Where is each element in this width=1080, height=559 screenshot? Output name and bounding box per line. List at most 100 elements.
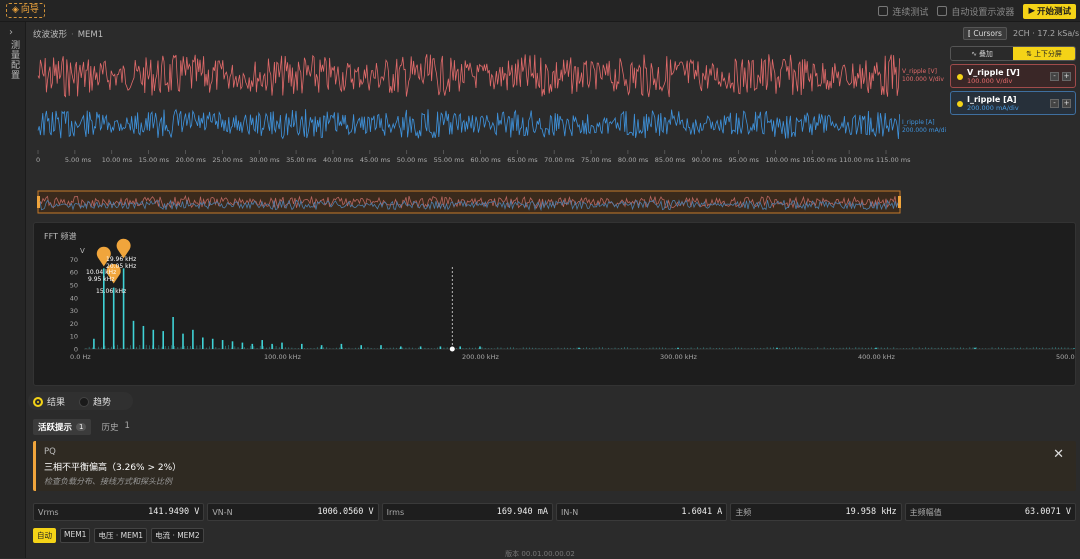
time-tick-label: 45.00 ms [360,156,391,164]
fft-x-tick: 200.00 kHz [462,353,499,361]
metric-value: 1.6041 A [681,507,723,517]
tab-trend-label: 趋势 [93,397,112,408]
time-tick-label: 70.00 ms [544,156,575,164]
alert-tabs: 活跃提示 1 历史 1 [33,418,130,435]
voltage-trace [37,54,900,98]
tab-history[interactable]: 历史 1 [101,421,129,433]
v-trace-div: 100.000 V/div [902,76,944,83]
plus-button[interactable]: + [1062,72,1071,81]
metric-value: 141.9490 V [148,507,200,517]
tab-results[interactable]: 结果 [33,395,65,408]
time-tick-label: 40.00 ms [323,156,354,164]
fft-y-tick: 20 [70,320,78,328]
metric-main-freq: 主频 19.958 kHz [730,503,902,521]
wave-icon: ∿ [971,49,977,58]
peak-marker-label: 9.95 kHz [88,276,114,283]
channel-card-current[interactable]: I_ripple [A] 200.000 mA/div - + [950,91,1076,115]
display-mode-toggle[interactable]: ∿ 叠加 ⇅ 上下分屏 [950,46,1076,61]
fft-y-axis: 010203040506070 [70,256,1074,354]
mode-overlay-button[interactable]: ∿ 叠加 [951,47,1013,60]
plus-button[interactable]: + [1062,99,1071,108]
time-tick-label: 95.00 ms [729,156,760,164]
time-tick-label: 55.00 ms [434,156,465,164]
metric-key: Irms [386,507,405,517]
metric-vnn: VN-N 1006.0560 V [207,503,379,521]
time-tick-label: 115.00 ms [876,156,911,164]
time-tick-label: 0 [36,156,40,164]
time-tick-label: 85.00 ms [655,156,686,164]
metric-irms: Irms 169.940 mA [381,503,553,521]
time-tick-label: 90.00 ms [692,156,723,164]
tab-results-label: 结果 [47,397,66,408]
tab-active-alerts[interactable]: 活跃提示 1 [33,418,92,435]
chip-mem1[interactable]: MEM1 [60,528,91,543]
current-trace [37,108,900,140]
metric-key: IN-N [560,507,579,517]
fft-x-tick: 0.0 Hz [70,353,91,361]
trace-path [37,108,900,140]
fft-x-tick: 500.00 kHz [1056,353,1075,361]
alert-title: PQ [44,447,56,457]
channel-card-voltage[interactable]: V_ripple [V] 100.000 V/div - + [950,64,1076,88]
active-count-badge: 1 [76,422,87,431]
metrics-row: Vrms 141.9490 V VN-N 1006.0560 V Irms 169.9… [33,503,1076,521]
peak-marker-label: 10.04 kHz [86,269,116,276]
view-tabs: 结果 趋势 [28,392,133,410]
time-axis: 0 5.00 ms 10.00 ms 15.00 ms 20.00 ms 25.00 ms… [36,150,911,164]
minus-button[interactable]: - [1050,99,1059,108]
i-trace-label: I_ripple [A] [902,119,935,126]
fft-peaks [85,267,1075,352]
fft-x-axis: 0.0 Hz 100.00 kHz 200.00 kHz 300.00 kHz 400.… [70,353,1075,361]
mode-split-label: 上下分屏 [1033,49,1062,58]
alert-hint: 检查负载分布、接线方式和探头比例 [44,477,172,486]
fft-y-tick: 50 [70,282,78,290]
minus-button[interactable]: - [1050,72,1059,81]
fft-chart[interactable]: V 010203040506070 0.0 Hz 100.00 kHz 200.00… [34,223,1075,385]
split-icon: ⇅ [1026,49,1032,58]
fft-panel: FFT 频谱 V 0 10 20 30 40 50 60 70 0.0 Hz 100.00 kH… [33,222,1076,386]
metric-inn: IN-N 1.6041 A [555,503,728,521]
chip-auto[interactable]: 自动 [33,528,56,543]
time-tick-label: 105.00 ms [802,156,837,164]
time-tick-label: 75.00 ms [581,156,612,164]
time-tick-label: 30.00 ms [249,156,280,164]
fft-y-tick: 30 [70,307,78,315]
alert-card: PQ 三相不平衡偏高（3.26% > 2%） 检查负载分布、接线方式和探头比例 … [33,441,1076,491]
fft-y-tick: 40 [70,294,78,302]
history-count: 1 [124,420,130,431]
fft-x-tick: 400.00 kHz [858,353,895,361]
metric-value: 1006.0560 V [317,507,374,517]
overview-right-handle[interactable] [898,196,901,208]
time-tick-label: 65.00 ms [507,156,538,164]
metric-value: 169.940 mA [496,507,548,517]
overview-left-handle[interactable] [37,196,40,208]
time-tick-label: 35.00 ms [286,156,317,164]
chip-current-mem2[interactable]: 电流 · MEM2 [151,528,204,543]
fft-x-tick: 300.00 kHz [660,353,697,361]
time-tick-label: 80.00 ms [618,156,649,164]
time-tick-label: 15.00 ms [139,156,170,164]
tab-trend[interactable]: 趋势 [79,395,111,408]
time-tick-label: 10.00 ms [102,156,133,164]
i-trace-div: 200.000 mA/di [902,127,946,134]
tab-history-label: 历史 [101,422,119,433]
close-icon[interactable]: ✕ [1053,447,1064,462]
channel-dot-icon [957,101,963,107]
version-footer: 版本 00.01.00.00.02 [505,550,575,558]
fft-x-tick: 100.00 kHz [264,353,301,361]
source-chips: 自动 MEM1 电压 · MEM1 电流 · MEM2 [33,528,204,543]
metric-key: VN-N [212,507,233,517]
chip-voltage-mem1[interactable]: 电压 · MEM1 [94,528,148,543]
time-tick-label: 25.00 ms [212,156,243,164]
metric-key: Vrms [38,507,59,517]
peak-marker-label: 15.06 kHz [96,288,126,295]
metric-key: 主频幅值 [909,507,942,517]
fft-y-tick: 60 [70,269,78,277]
mode-split-button[interactable]: ⇅ 上下分屏 [1013,47,1075,60]
waveform-plot[interactable]: V_ripple [V] 100.000 V/div I_ripple [A] … [0,0,1080,222]
peak-marker-label: 19.96 kHz [106,256,136,263]
radio-off-icon [79,397,90,407]
fft-cursor-dot[interactable] [449,346,455,352]
fft-y-tick: 70 [70,256,78,264]
channel-dot-icon [957,74,963,80]
